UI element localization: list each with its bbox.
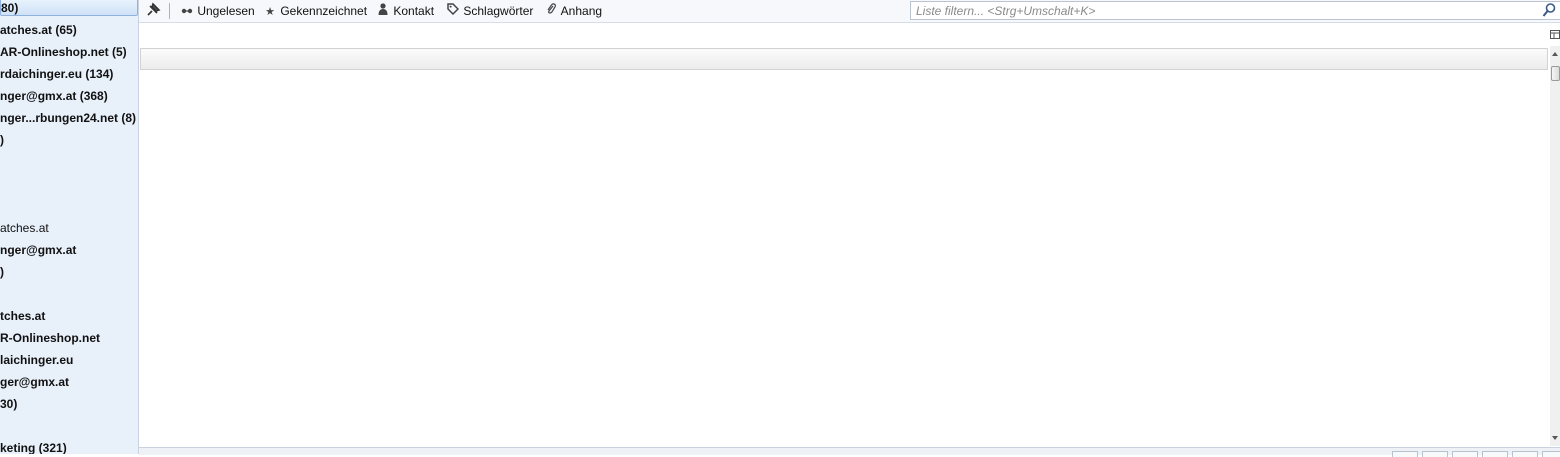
scroll-up-arrow-icon[interactable] [1552, 52, 1558, 56]
status-bar-button[interactable] [1422, 451, 1448, 457]
person-icon [376, 3, 390, 21]
folder-label: laichinger.eu [0, 353, 74, 367]
status-bar-button[interactable] [1452, 451, 1478, 457]
folder-pane: 80) atches.at (65) AR-Onlineshop.net (5)… [0, 0, 139, 454]
pin-icon [147, 2, 161, 16]
message-list-scrollbar[interactable] [1550, 46, 1560, 446]
folder-label: tches.at [0, 309, 46, 323]
folder-row[interactable]: ) [0, 131, 138, 149]
folder-label: atches.at [0, 221, 49, 235]
folder-label: keting (321) [0, 441, 67, 454]
folder-label: nger@gmx.at (368) [0, 89, 108, 103]
status-bar-button[interactable] [1392, 451, 1418, 457]
folder-row[interactable]: ) [0, 263, 138, 281]
folder-row[interactable]: atches.at (65) [0, 21, 138, 39]
sticky-filter-button[interactable] [145, 2, 161, 20]
filter-contact-label: Kontakt [393, 4, 435, 18]
filter-starred-label: Gekennzeichnet [280, 4, 368, 18]
glasses-icon [180, 3, 194, 21]
folder-row[interactable]: 80) [0, 0, 138, 16]
folder-row[interactable]: 30) [0, 395, 138, 413]
folder-label: 80) [1, 1, 19, 15]
folder-label: nger...rbungen24.net (8) [0, 111, 137, 125]
folder-label: ) [0, 133, 4, 147]
message-list-column-header[interactable] [140, 48, 1548, 70]
star-icon: ★ [265, 6, 275, 18]
status-bar-button[interactable] [1542, 451, 1560, 457]
filter-starred-button[interactable]: ★ Gekennzeichnet [263, 2, 367, 20]
filter-attachment-label: Anhang [560, 4, 603, 18]
column-picker-icon[interactable] [1550, 28, 1560, 40]
folder-row[interactable]: atches.at [0, 219, 138, 237]
filter-search-input[interactable] [916, 3, 1526, 18]
folder-label: AR-Onlineshop.net (5) [0, 45, 127, 59]
paperclip-icon [544, 3, 558, 21]
status-bar-button[interactable] [1512, 451, 1538, 457]
filter-unread-label: Ungelesen [197, 4, 255, 18]
filter-tags-button[interactable]: Schlagwörter [446, 2, 533, 20]
status-bar-button[interactable] [1482, 451, 1508, 457]
folder-row[interactable]: nger...rbungen24.net (8) [0, 109, 138, 127]
folder-row[interactable]: tches.at [0, 307, 138, 325]
folder-label: atches.at (65) [0, 23, 77, 37]
scroll-down-arrow-icon[interactable] [1552, 436, 1558, 440]
folder-label: nger@gmx.at [0, 243, 77, 257]
folder-row[interactable]: rdaichinger.eu (134) [0, 65, 138, 83]
tag-icon [446, 3, 460, 21]
filter-attachment-button[interactable]: Anhang [544, 2, 602, 20]
scroll-thumb[interactable] [1551, 66, 1560, 81]
toolbar-separator [169, 3, 170, 19]
filter-contact-button[interactable]: Kontakt [376, 2, 434, 20]
filter-tags-label: Schlagwörter [463, 4, 534, 18]
folder-row[interactable]: R-Onlineshop.net [0, 329, 138, 347]
folder-label: 30) [0, 397, 18, 411]
folder-label: R-Onlineshop.net [0, 331, 100, 345]
folder-row[interactable]: nger@gmx.at [0, 241, 138, 259]
folder-label: ) [0, 265, 4, 279]
folder-row[interactable]: ger@gmx.at [0, 373, 138, 391]
filter-unread-button[interactable]: Ungelesen [180, 2, 255, 20]
search-icon[interactable] [1542, 2, 1556, 19]
folder-row[interactable]: AR-Onlineshop.net (5) [0, 43, 138, 61]
folder-label: ger@gmx.at [0, 375, 70, 389]
folder-label: rdaichinger.eu (134) [0, 67, 114, 81]
folder-row[interactable]: keting (321) [0, 439, 138, 454]
filter-search-box[interactable] [910, 1, 1560, 20]
folder-row[interactable]: nger@gmx.at (368) [0, 87, 138, 105]
folder-row[interactable]: laichinger.eu [0, 351, 138, 369]
